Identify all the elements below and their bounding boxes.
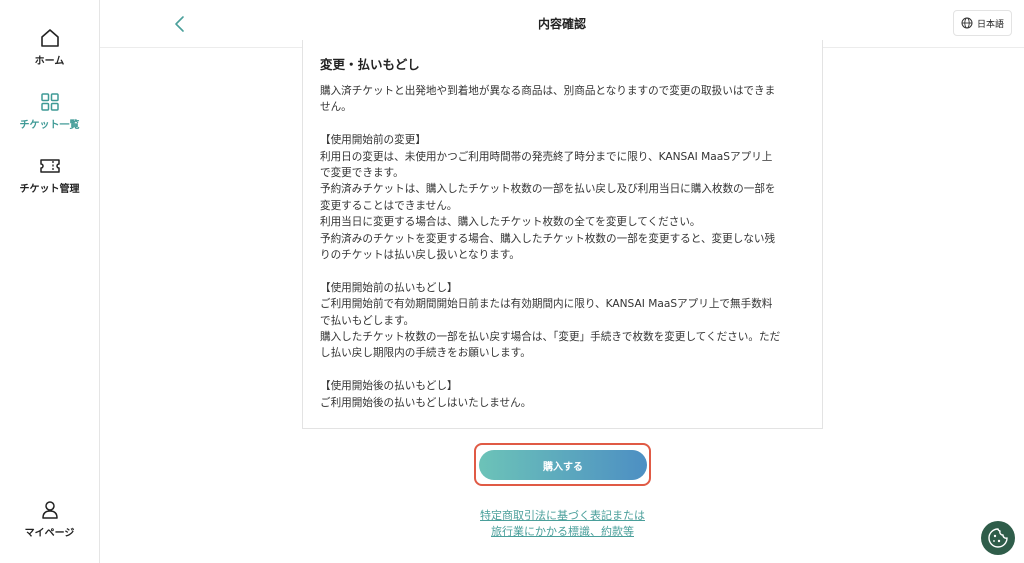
ticket-icon (39, 159, 60, 173)
subsection-title: 【使用開始前の変更】 (320, 134, 426, 147)
change-before-use-section: 【使用開始前の変更】 利用日の変更は、未使用かつご利用時間帯の発売終了時分までに… (320, 132, 806, 263)
subsection-title: 【使用開始前の払いもどし】 (320, 281, 458, 294)
sidebar-item-home[interactable]: ホーム (0, 28, 99, 67)
travel-terms-link[interactable]: 旅行業にかかる標識、約款等 (302, 524, 823, 540)
intro-text: 購入済チケットと出発地や到着地が異なる商品は、別商品となりますので変更の取扱いは… (320, 85, 776, 114)
sidebar-item-ticket-manage[interactable]: チケット管理 (0, 156, 99, 195)
section-heading: 変更・払いもどし (320, 57, 420, 72)
sidebar-item-label: ホーム (34, 56, 65, 67)
user-icon (41, 501, 58, 519)
legal-links: 特定商取引法に基づく表記または 旅行業にかかる標識、約款等 (302, 508, 823, 540)
refund-policy-card: 変更・払いもどし 購入済チケットと出発地や到着地が異なる商品は、別商品となります… (302, 40, 823, 429)
refund-after-use-section: 【使用開始後の払いもどし】 ご利用開始後の払いもどしはいたしません。 (320, 378, 806, 411)
language-label: 日本語 (976, 19, 1004, 30)
sidebar-item-label: チケット一覧 (19, 120, 80, 131)
sidebar-item-label: チケット管理 (19, 184, 80, 195)
cookie-icon (988, 528, 1008, 548)
subsection-title: 【使用開始後の払いもどし】 (320, 380, 458, 393)
sidebar-item-label: マイページ (24, 528, 75, 539)
home-icon (40, 29, 59, 47)
sidebar-item-mypage[interactable]: マイページ (0, 500, 99, 539)
cookie-settings-button[interactable] (981, 521, 1015, 555)
grid-icon (40, 93, 59, 111)
refund-before-use-section: 【使用開始前の払いもどし】 ご利用開始前で有効期間開始日前または有効期間内に限り… (320, 280, 806, 362)
globe-icon (961, 17, 973, 29)
commercial-law-link[interactable]: 特定商取引法に基づく表記または (302, 508, 823, 524)
language-button[interactable]: 日本語 (952, 10, 1012, 36)
sidebar-item-ticket-list[interactable]: チケット一覧 (0, 92, 99, 131)
buy-button[interactable]: 購入する (479, 450, 647, 480)
page-title: 内容確認 (537, 17, 586, 31)
sidebar: ホーム チケット一覧 チケット管理 マイページ (0, 0, 100, 563)
